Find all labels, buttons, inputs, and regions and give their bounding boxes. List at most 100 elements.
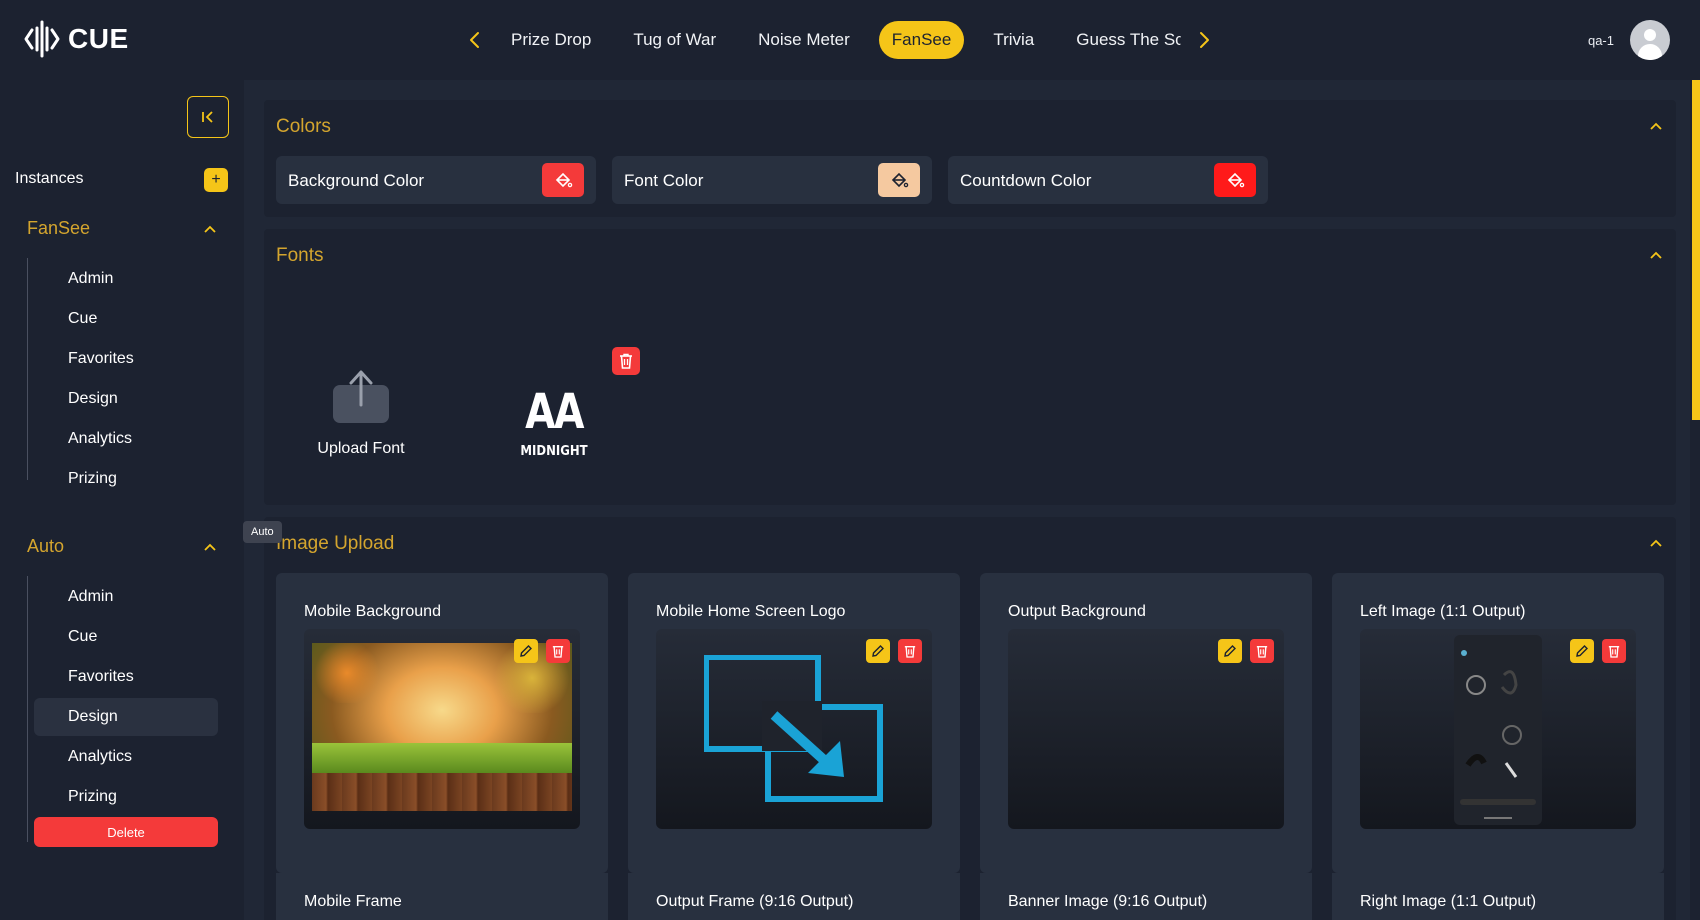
- scrollbar-thumb[interactable]: [1692, 80, 1700, 420]
- image-card-label: Mobile Home Screen Logo: [656, 603, 846, 620]
- paint-bucket-icon: [1227, 172, 1245, 188]
- instances-label: Instances: [15, 170, 84, 187]
- pencil-icon: [520, 645, 532, 657]
- image-card-label: Banner Image (9:16 Output): [1008, 893, 1208, 910]
- auto-menu-admin[interactable]: Admin: [34, 578, 218, 616]
- color-label: Background Color: [288, 171, 425, 190]
- image-card-right-image: Right Image (1:1 Output): [1332, 873, 1664, 920]
- color-swatch-button[interactable]: [878, 163, 920, 197]
- tab-noise-meter[interactable]: Noise Meter: [745, 21, 863, 59]
- color-card-countdown: Countdown Color: [948, 156, 1268, 204]
- auto-menu-design[interactable]: Design: [34, 698, 218, 736]
- pencil-icon: [1224, 645, 1236, 657]
- fonts-panel-title: Fonts: [276, 245, 324, 266]
- image-preview[interactable]: [656, 629, 932, 829]
- app-logo[interactable]: CUE: [24, 20, 129, 58]
- fansee-menu-design[interactable]: Design: [34, 380, 218, 418]
- colors-panel: Colors Background Color Font Color Count…: [264, 100, 1676, 217]
- trash-icon: [620, 353, 632, 369]
- image-card-left-image: Left Image (1:1 Output): [1332, 573, 1664, 873]
- upload-font-label: Upload Font: [317, 440, 405, 457]
- image-preview[interactable]: [304, 629, 580, 829]
- delete-instance-button[interactable]: Delete: [34, 817, 218, 847]
- color-card-background: Background Color: [276, 156, 596, 204]
- auto-menu-prizing[interactable]: Prizing: [34, 778, 218, 816]
- trash-icon: [552, 646, 564, 658]
- image-card-label: Left Image (1:1 Output): [1360, 603, 1526, 620]
- colors-panel-title: Colors: [276, 116, 331, 137]
- upload-font-button[interactable]: Upload Font: [306, 369, 416, 458]
- fansee-menu-cue[interactable]: Cue: [34, 300, 218, 338]
- phone-screenshot-image: [1454, 635, 1542, 825]
- image-card-label: Right Image (1:1 Output): [1360, 893, 1537, 910]
- user-menu[interactable]: qa-1: [1588, 20, 1670, 60]
- edit-image-button[interactable]: [514, 639, 538, 663]
- tab-tug-of-war[interactable]: Tug of War: [620, 21, 729, 59]
- top-bar: CUE Prize Drop Tug of War Noise Meter Fa…: [0, 0, 1700, 80]
- tree-line: [27, 258, 28, 480]
- trash-icon: [904, 646, 916, 658]
- delete-image-button[interactable]: [1250, 639, 1274, 663]
- chevron-up-icon[interactable]: [1648, 247, 1664, 263]
- resize-logo-icon: [704, 655, 883, 802]
- edit-image-button[interactable]: [1218, 639, 1242, 663]
- tree-line: [27, 576, 28, 842]
- font-preview-midnight[interactable]: AA MIDNIGHT: [504, 384, 604, 459]
- fansee-menu-analytics[interactable]: Analytics: [34, 420, 218, 458]
- group-title-fansee[interactable]: FanSee: [27, 218, 90, 239]
- font-name: MIDNIGHT: [520, 444, 588, 459]
- image-actions: [514, 639, 570, 663]
- fansee-menu-prizing[interactable]: Prizing: [34, 460, 218, 498]
- tab-trivia[interactable]: Trivia: [980, 21, 1047, 59]
- tab-guess-the-score[interactable]: Guess The Sco: [1063, 21, 1181, 59]
- nav-prev-arrow-icon[interactable]: [460, 20, 490, 60]
- paint-bucket-icon: [555, 172, 573, 188]
- game-tabs-nav: Prize Drop Tug of War Noise Meter FanSee…: [460, 20, 1219, 60]
- auto-tooltip: Auto: [243, 521, 282, 543]
- collapse-sidebar-button[interactable]: [187, 96, 229, 138]
- delete-image-button[interactable]: [546, 639, 570, 663]
- fonts-panel: Fonts Upload Font AA MIDNIGHT: [264, 229, 1676, 505]
- chevron-up-icon[interactable]: [202, 539, 218, 555]
- avatar-icon[interactable]: [1630, 20, 1670, 60]
- image-preview[interactable]: [1008, 629, 1284, 829]
- delete-image-button[interactable]: [1602, 639, 1626, 663]
- fansee-menu-admin[interactable]: Admin: [34, 260, 218, 298]
- user-name: qa-1: [1587, 32, 1614, 48]
- image-actions: [1570, 639, 1626, 663]
- image-card-label: Mobile Frame: [304, 893, 402, 910]
- delete-font-button[interactable]: [612, 347, 640, 375]
- collapse-left-icon: [202, 111, 213, 123]
- chevron-up-icon[interactable]: [1648, 118, 1664, 134]
- paint-bucket-icon: [891, 172, 909, 188]
- group-title-auto[interactable]: Auto: [27, 536, 64, 557]
- sidebar: Instances + FanSee Admin Cue Favorites D…: [0, 80, 244, 920]
- tab-fansee[interactable]: FanSee: [878, 21, 965, 59]
- chevron-up-icon[interactable]: [202, 221, 218, 237]
- image-card-label: Output Frame (9:16 Output): [656, 893, 854, 910]
- auto-menu-cue[interactable]: Cue: [34, 618, 218, 656]
- main-content: Colors Background Color Font Color Count…: [244, 80, 1690, 920]
- tab-prize-drop[interactable]: Prize Drop: [498, 21, 604, 59]
- add-instance-button[interactable]: +: [204, 168, 228, 192]
- nav-next-arrow-icon[interactable]: [1189, 20, 1219, 60]
- edit-image-button[interactable]: [866, 639, 890, 663]
- image-card-label: Output Background: [1008, 603, 1146, 620]
- color-label: Countdown Color: [960, 171, 1092, 190]
- fansee-menu-favorites[interactable]: Favorites: [34, 340, 218, 378]
- plus-icon: +: [211, 171, 221, 188]
- trash-icon: [1256, 646, 1268, 658]
- font-preview-glyph: AA: [525, 384, 584, 440]
- chevron-up-icon[interactable]: [1648, 535, 1664, 551]
- image-card-mobile-background: Mobile Background: [276, 573, 608, 873]
- color-swatch-button[interactable]: [1214, 163, 1256, 197]
- pencil-icon: [872, 645, 884, 657]
- edit-image-button[interactable]: [1570, 639, 1594, 663]
- auto-menu-favorites[interactable]: Favorites: [34, 658, 218, 696]
- image-upload-panel-title: Image Upload: [276, 533, 395, 554]
- image-preview[interactable]: [1360, 629, 1636, 829]
- auto-menu-analytics[interactable]: Analytics: [34, 738, 218, 776]
- color-swatch-button[interactable]: [542, 163, 584, 197]
- trash-icon: [1608, 646, 1620, 658]
- delete-image-button[interactable]: [898, 639, 922, 663]
